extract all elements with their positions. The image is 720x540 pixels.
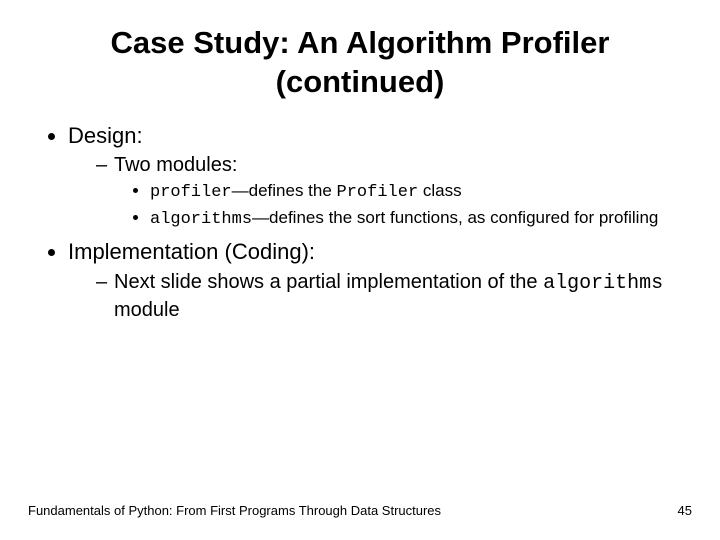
bullet-next-slide: Next slide shows a partial implementatio…: [96, 269, 692, 323]
text-next-slide-pre: Next slide shows a partial implementatio…: [114, 271, 543, 293]
sublist-implementation: Next slide shows a partial implementatio…: [68, 269, 692, 323]
page-number: 45: [678, 503, 692, 518]
bullet-list: Design: Two modules: profiler—defines th…: [28, 122, 692, 323]
bullet-design-label: Design:: [68, 123, 143, 148]
text-algorithms-desc: —defines the sort functions, as configur…: [252, 208, 658, 227]
slide-body: Design: Two modules: profiler—defines th…: [0, 110, 720, 323]
two-modules-label: Two modules:: [114, 154, 237, 176]
bullet-implementation-label: Implementation (Coding):: [68, 239, 315, 264]
modules-list: profiler—defines the Profiler class algo…: [114, 180, 692, 232]
code-algorithms: algorithms: [150, 210, 252, 229]
text-module: module: [114, 299, 180, 321]
slide: Case Study: An Algorithm Profiler (conti…: [0, 0, 720, 540]
module-algorithms: algorithms—defines the sort functions, a…: [150, 207, 692, 232]
code-profiler-class: Profiler: [337, 183, 419, 202]
text-defines-the: —defines the: [232, 181, 337, 200]
text-class: class: [418, 181, 461, 200]
module-profiler: profiler—defines the Profiler class: [150, 180, 692, 205]
code-profiler: profiler: [150, 183, 232, 202]
sublist-design: Two modules: profiler—defines the Profil…: [68, 152, 692, 232]
slide-title: Case Study: An Algorithm Profiler (conti…: [0, 0, 720, 110]
footer-source: Fundamentals of Python: From First Progr…: [28, 503, 441, 518]
title-line-2: (continued): [276, 64, 445, 99]
bullet-implementation: Implementation (Coding): Next slide show…: [68, 238, 692, 323]
title-line-1: Case Study: An Algorithm Profiler: [111, 25, 610, 60]
bullet-design: Design: Two modules: profiler—defines th…: [68, 122, 692, 232]
slide-footer: Fundamentals of Python: From First Progr…: [28, 503, 692, 518]
bullet-two-modules: Two modules: profiler—defines the Profil…: [96, 152, 692, 232]
code-algorithms-2: algorithms: [543, 272, 663, 295]
